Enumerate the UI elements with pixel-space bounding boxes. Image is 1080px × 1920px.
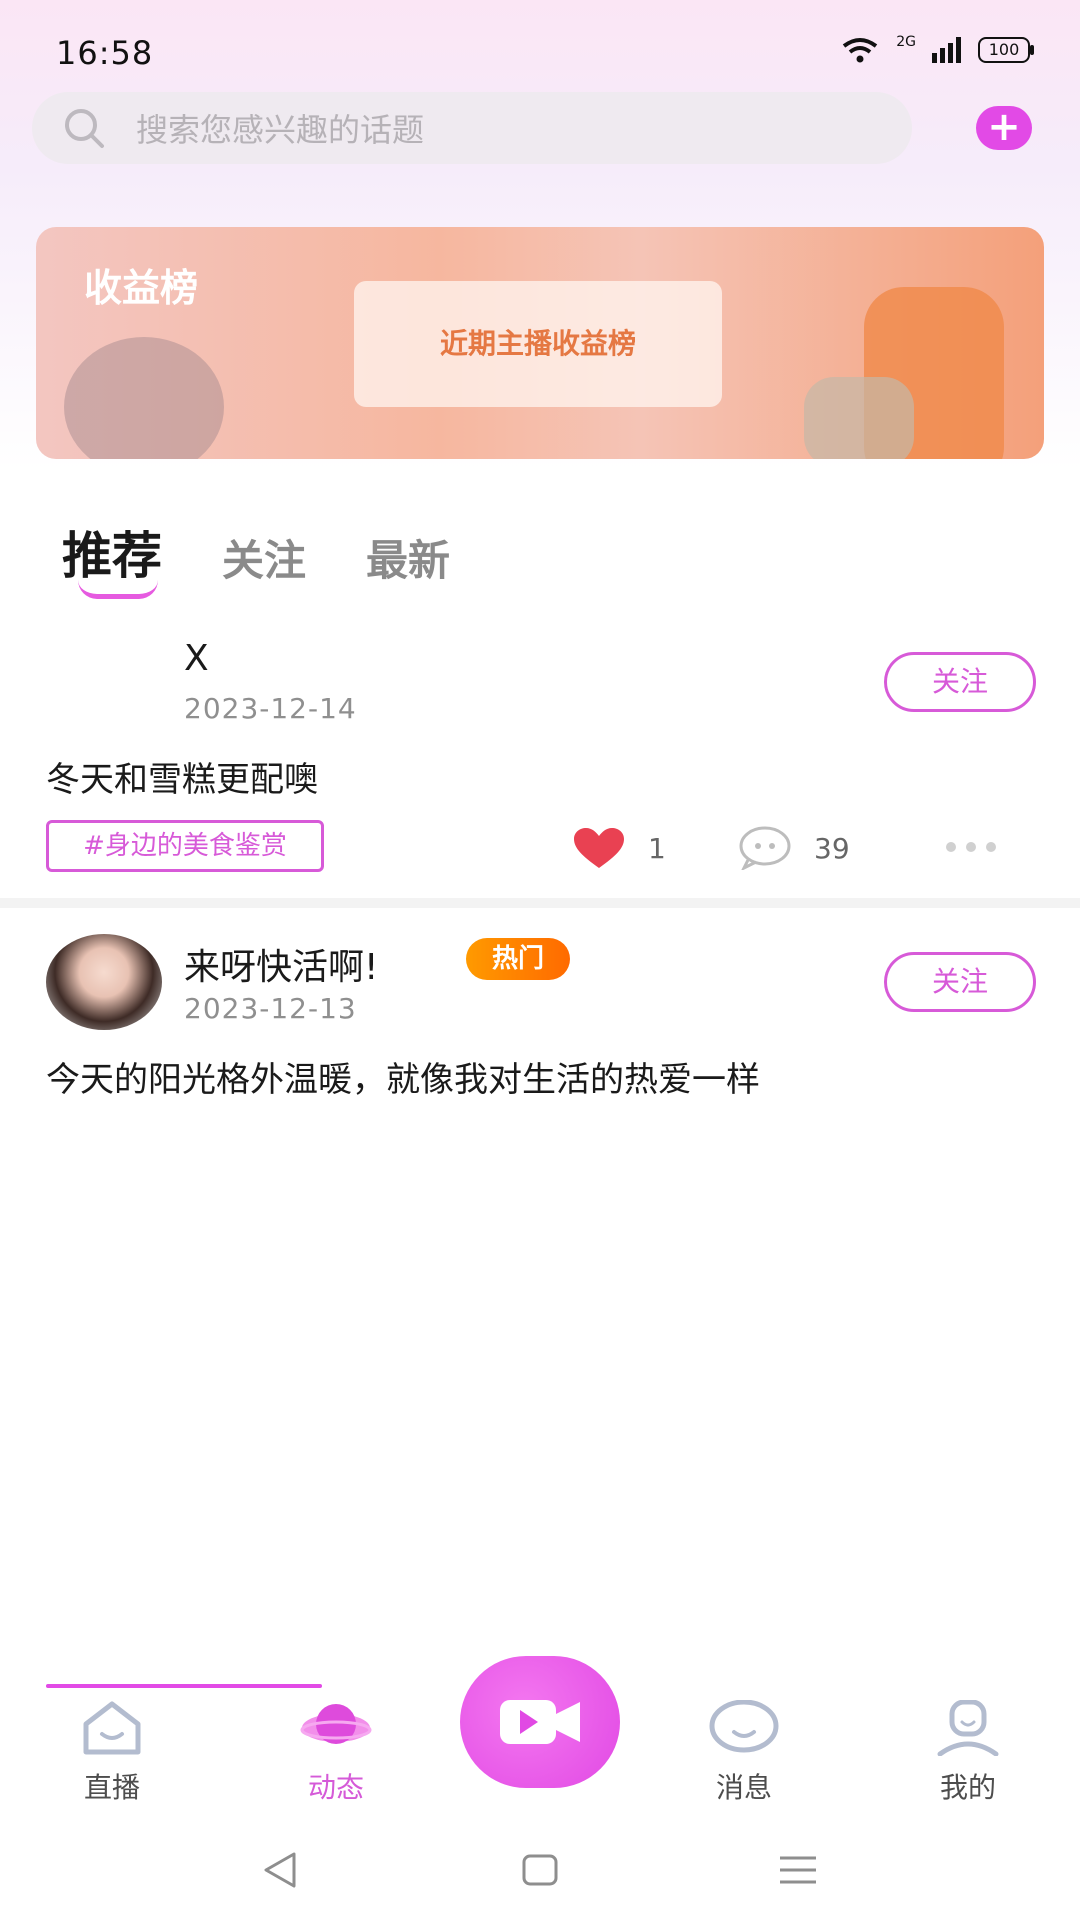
tab-live-label: 直播 [83, 1771, 140, 1804]
chat-bubble-icon [709, 1699, 779, 1753]
home-button-icon[interactable] [518, 1848, 562, 1892]
tab-moments-label: 动态 [307, 1771, 364, 1804]
tab-moments[interactable]: 动态 [266, 1700, 406, 1806]
person-icon [937, 1699, 999, 1757]
back-icon[interactable] [258, 1848, 302, 1892]
tab-live[interactable]: 直播 [42, 1700, 182, 1806]
start-live-button[interactable] [460, 1656, 620, 1788]
post-date: 2023-12-13 [184, 992, 357, 1025]
tab-mine-label: 我的 [939, 1771, 996, 1804]
avatar[interactable] [46, 934, 162, 1030]
home-icon [83, 1701, 141, 1755]
video-camera-icon [500, 1700, 580, 1744]
post-username[interactable]: 来呀快活啊! [184, 938, 378, 990]
system-nav-bar [0, 1840, 1080, 1920]
tab-messages[interactable]: 消息 [674, 1699, 814, 1806]
hot-badge: 热门 [466, 938, 570, 980]
tabbar-accent-line [46, 1684, 322, 1688]
planet-icon [300, 1704, 372, 1744]
post-content: 今天的阳光格外温暖，就像我对生活的热爱一样 [46, 1060, 760, 1100]
recents-icon[interactable] [776, 1848, 820, 1892]
post-card: 来呀快活啊! 热门 2023-12-13 关注 今天的阳光格外温暖，就像我对生活… [0, 0, 1080, 1100]
tab-mine[interactable]: 我的 [898, 1699, 1038, 1806]
tab-messages-label: 消息 [715, 1771, 772, 1804]
follow-button[interactable]: 关注 [884, 952, 1036, 1012]
